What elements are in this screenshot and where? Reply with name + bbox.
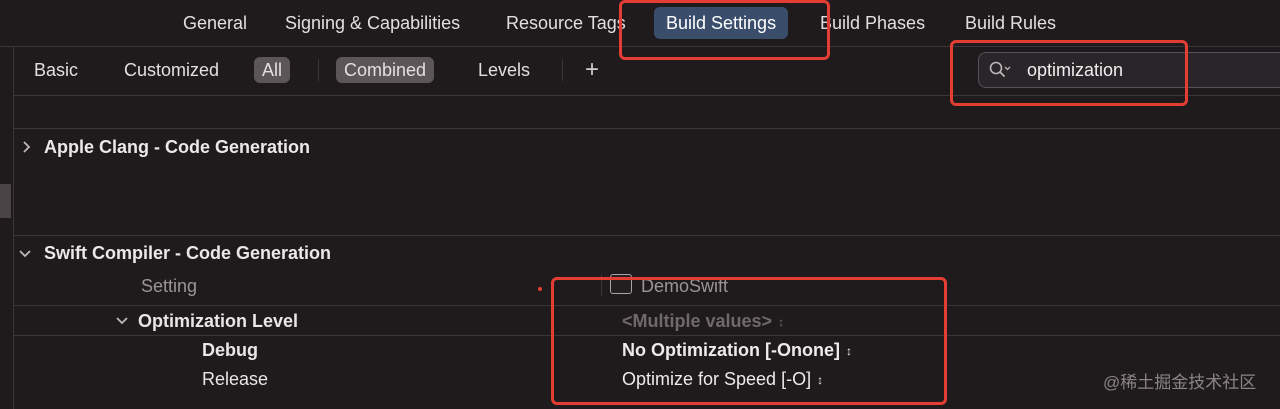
chevron-down-icon[interactable] — [115, 314, 129, 328]
add-setting-button[interactable]: + — [585, 57, 599, 83]
filter-separator — [318, 59, 319, 81]
section-title-swift-compiler[interactable]: Swift Compiler - Code Generation — [44, 241, 331, 265]
sidebar-divider — [13, 46, 14, 409]
filter-customized-button[interactable]: Customized — [124, 56, 219, 84]
tab-build-phases[interactable]: Build Phases — [820, 10, 925, 40]
tab-signing-capabilities[interactable]: Signing & Capabilities — [285, 10, 460, 40]
annotation-box-build-settings — [619, 0, 830, 60]
setting-column-header: Setting — [141, 276, 198, 296]
annotation-dot — [538, 287, 542, 291]
annotation-box-values — [551, 277, 947, 405]
tab-build-rules[interactable]: Build Rules — [965, 10, 1056, 40]
filter-basic-button[interactable]: Basic — [34, 56, 78, 84]
watermark: @稀土掘金技术社区 — [1103, 373, 1257, 392]
annotation-box-search — [950, 40, 1188, 106]
view-levels-button[interactable]: Levels — [478, 56, 530, 84]
tab-general[interactable]: General — [183, 10, 247, 40]
filter-separator-2 — [562, 59, 563, 81]
setting-label-optimization-level[interactable]: Optimization Level — [138, 309, 298, 333]
setting-label-release[interactable]: Release — [202, 367, 268, 391]
view-combined-button[interactable]: Combined — [336, 57, 435, 83]
chevron-down-icon[interactable] — [18, 247, 32, 261]
chevron-right-icon[interactable] — [20, 140, 34, 154]
section-divider-1 — [13, 128, 1280, 129]
tab-resource-tags[interactable]: Resource Tags — [506, 10, 626, 40]
filter-all-button[interactable]: All — [254, 57, 291, 83]
section-divider-2 — [13, 235, 1280, 236]
setting-label-debug[interactable]: Debug — [202, 338, 258, 362]
scrollbar-handle[interactable] — [0, 184, 11, 218]
section-title-apple-clang[interactable]: Apple Clang - Code Generation — [44, 135, 310, 159]
